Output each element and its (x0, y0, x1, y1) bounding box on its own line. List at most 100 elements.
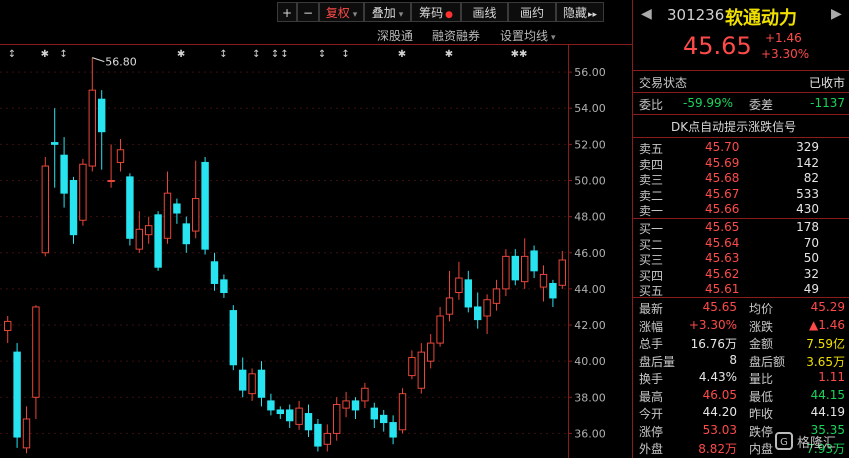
stat-value: 3.65万 (806, 354, 845, 369)
next-stock-icon[interactable]: ▶ (831, 6, 842, 22)
candle-up[interactable] (483, 299, 491, 317)
candle-up[interactable] (427, 342, 435, 362)
peak-pointer (92, 57, 105, 63)
candle-down[interactable] (257, 369, 266, 398)
candle-up[interactable] (248, 373, 256, 395)
candle-down[interactable] (210, 261, 219, 284)
event-marker-icon[interactable]: ↕ (252, 49, 260, 60)
candle-up[interactable] (445, 297, 454, 315)
candle-up[interactable] (417, 351, 426, 389)
candle-down[interactable] (286, 409, 294, 422)
candle-up[interactable] (79, 163, 87, 221)
stat-value: 44.15 (810, 387, 845, 402)
event-marker-icon[interactable]: ↕ (318, 49, 326, 60)
candle-down[interactable] (239, 369, 247, 391)
kline-chart[interactable]: 56.00 54.00 52.00 50.00 48.00 46.00 44.00 42.00… (0, 0, 632, 458)
prev-stock-icon[interactable]: ◀ (641, 6, 652, 22)
candle-down[interactable] (464, 279, 473, 308)
zoom-in-button[interactable]: + (277, 2, 297, 22)
candle-down[interactable] (549, 282, 557, 299)
event-marker-icon[interactable]: ✱ (41, 49, 49, 60)
diejia-button[interactable]: 叠加 ▾ (364, 2, 411, 22)
event-marker-icon[interactable]: ✱ (177, 49, 185, 60)
order-label: 买三 (639, 253, 664, 267)
candle-up[interactable] (145, 225, 153, 236)
candle-up[interactable] (192, 198, 200, 232)
candle-down[interactable] (60, 154, 68, 194)
candle-up[interactable] (502, 255, 510, 290)
candle-down[interactable] (173, 203, 181, 214)
candle-up[interactable] (398, 393, 407, 431)
candle-down[interactable] (530, 250, 538, 272)
chevron-down-icon: ▾ (551, 33, 556, 43)
candle-down[interactable] (267, 400, 275, 411)
candle-up[interactable] (295, 407, 303, 425)
candle-down[interactable] (201, 161, 209, 250)
rongzi-link[interactable]: 融资融券 (432, 27, 480, 44)
candle-up[interactable] (436, 315, 444, 344)
candle-up[interactable] (32, 306, 40, 398)
candle-down[interactable] (314, 423, 322, 447)
candle-down[interactable] (474, 306, 482, 321)
candle-down[interactable] (126, 176, 134, 239)
candle-down[interactable] (220, 279, 228, 294)
zoom-out-button[interactable]: − (297, 2, 319, 22)
candle-down[interactable] (182, 223, 191, 245)
candle-up[interactable] (116, 149, 125, 163)
order-row: 卖五 45.70 329 (633, 140, 849, 156)
candle-down[interactable] (370, 407, 379, 420)
chouma-button[interactable]: 筹码 ● (411, 2, 461, 22)
candle-up[interactable] (521, 255, 529, 283)
event-marker-icon[interactable]: ✱ (445, 49, 453, 60)
huaxian-button[interactable]: 画线 (461, 2, 508, 22)
divider (633, 114, 849, 115)
candle-up[interactable] (342, 400, 350, 409)
candle-up[interactable] (408, 357, 416, 377)
candle-up[interactable] (558, 259, 566, 286)
candle-up[interactable] (323, 432, 332, 445)
yincang-button[interactable]: 隐藏▸▸ (556, 2, 604, 22)
candle-up[interactable] (22, 418, 31, 449)
event-marker-icon[interactable]: ↕ (341, 49, 349, 60)
candle-down[interactable] (380, 414, 388, 424)
event-marker-icon[interactable]: ✱✱ (511, 49, 528, 60)
candle-up[interactable] (41, 165, 49, 254)
candle-up[interactable] (163, 192, 172, 239)
candle-up[interactable] (135, 228, 144, 250)
candle-up[interactable] (107, 179, 115, 182)
junxian-setting-button[interactable]: 设置均线 ▾ (500, 27, 556, 44)
red-dot-icon: ● (445, 10, 453, 20)
candle-down[interactable] (389, 422, 397, 438)
event-marker-icon[interactable]: ↕ (271, 49, 279, 60)
huayue-button[interactable]: 画约 (508, 2, 556, 22)
candle-down[interactable] (69, 179, 78, 236)
candle-down[interactable] (229, 310, 238, 366)
candle-down[interactable] (13, 351, 21, 438)
candle-up[interactable] (492, 288, 501, 304)
candle-down[interactable] (154, 214, 162, 268)
candle-up[interactable] (361, 387, 369, 402)
order-volume: 329 (796, 140, 819, 154)
event-marker-icon[interactable]: ↕ (8, 49, 16, 60)
event-marker-icon[interactable]: ↕ (59, 49, 67, 60)
event-marker-icon[interactable]: ↕ (280, 49, 288, 60)
candle-up[interactable] (4, 320, 12, 331)
candle-up[interactable] (333, 404, 341, 434)
event-marker-icon[interactable]: ✱ (398, 49, 406, 60)
candle-down[interactable] (98, 98, 106, 133)
fuquan-button[interactable]: 复权 ▾ (319, 2, 364, 22)
dk-signal-link[interactable]: DK点自动提示涨跌信号 (633, 118, 849, 134)
candle-down[interactable] (276, 409, 285, 415)
candle-up[interactable] (539, 273, 548, 288)
order-price: 45.65 (705, 220, 740, 234)
event-marker-icon[interactable]: ↕ (219, 49, 227, 60)
candle-down[interactable] (351, 400, 360, 411)
shengutong-link[interactable]: 深股通 (377, 27, 413, 44)
candle-down[interactable] (304, 413, 313, 431)
candle-down[interactable] (51, 142, 59, 145)
candle-up[interactable] (88, 89, 96, 167)
yincang-label: 隐藏 (562, 6, 587, 20)
candle-up[interactable] (455, 277, 463, 294)
kline-chart-area[interactable]: 56.00 54.00 52.00 50.00 48.00 46.00 44.00 42.00… (0, 0, 632, 458)
candle-down[interactable] (511, 255, 519, 281)
